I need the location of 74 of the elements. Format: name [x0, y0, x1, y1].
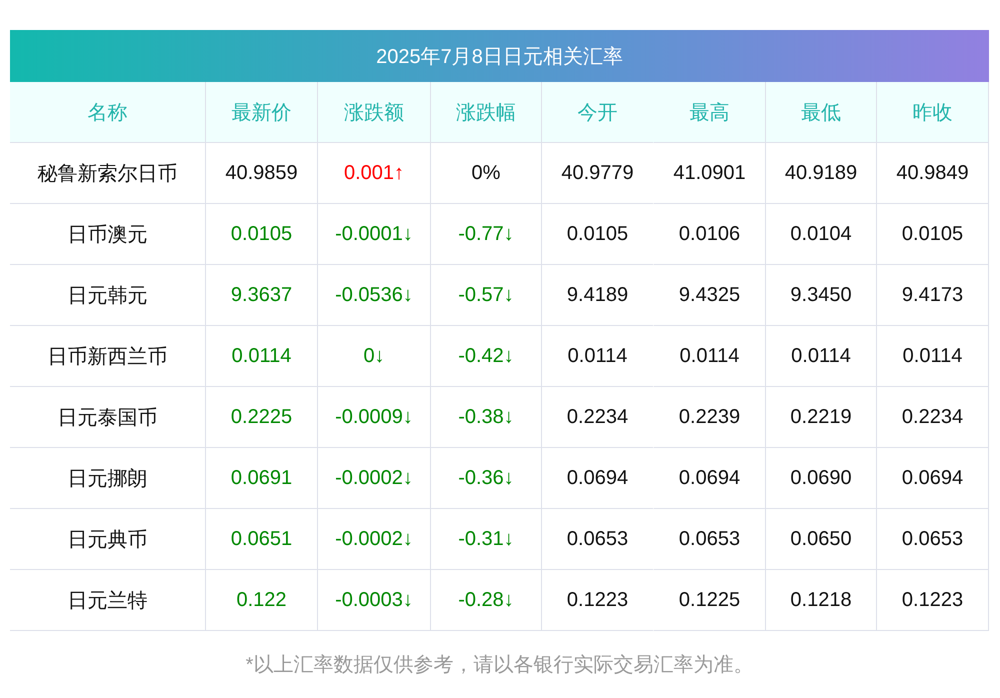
table-cell: 0.1225 — [653, 570, 765, 631]
table-cell: 0.1218 — [765, 570, 876, 631]
table-cell: 9.3637 — [205, 265, 317, 326]
table-cell: -0.0003↓ — [317, 570, 430, 631]
table-cell: 0.2219 — [765, 387, 876, 448]
column-header: 名称 — [10, 82, 205, 143]
table-cell: 日元挪朗 — [10, 448, 205, 509]
table-cell: -0.0001↓ — [317, 204, 430, 265]
table-cell: 日元泰国币 — [10, 387, 205, 448]
table-cell: 0.0694 — [653, 448, 765, 509]
table-cell: 日元韩元 — [10, 265, 205, 326]
table-cell: 日币澳元 — [10, 204, 205, 265]
column-header: 涨跌幅 — [430, 82, 541, 143]
table-cell: 0.0105 — [541, 204, 653, 265]
table-cell: 9.4189 — [541, 265, 653, 326]
table-cell: -0.0536↓ — [317, 265, 430, 326]
table-cell: 0.0691 — [205, 448, 317, 509]
table-cell: 秘鲁新索尔日币 — [10, 143, 205, 204]
table-cell: 0.0105 — [876, 204, 988, 265]
table-cell: -0.77↓ — [430, 204, 541, 265]
table-cell: 0.0114 — [653, 326, 765, 387]
table-cell: 0.0690 — [765, 448, 876, 509]
table-cell: -0.31↓ — [430, 509, 541, 570]
table-cell: 0.2234 — [541, 387, 653, 448]
footnote: *以上汇率数据仅供参考，请以各银行实际交易汇率为准。 — [244, 653, 754, 678]
table-cell: 0.1223 — [541, 570, 653, 631]
table-cell: 9.4173 — [876, 265, 988, 326]
table-cell: 0.0694 — [541, 448, 653, 509]
table-cell: 0% — [430, 143, 541, 204]
table-cell: 日元典币 — [10, 509, 205, 570]
column-header: 最低 — [765, 82, 876, 143]
table-cell: 0.0114 — [765, 326, 876, 387]
table-cell: 41.0901 — [653, 143, 765, 204]
table-cell: -0.0009↓ — [317, 387, 430, 448]
table-cell: 0↓ — [317, 326, 430, 387]
table-cell: 0.0104 — [765, 204, 876, 265]
table-cell: 0.0653 — [653, 509, 765, 570]
table-cell: 0.2225 — [205, 387, 317, 448]
table-cell: 日币新西兰币 — [10, 326, 205, 387]
table-cell: 40.9779 — [541, 143, 653, 204]
table-cell: -0.57↓ — [430, 265, 541, 326]
table-cell: -0.0002↓ — [317, 509, 430, 570]
table-cell: 9.3450 — [765, 265, 876, 326]
table-cell: -0.42↓ — [430, 326, 541, 387]
table-cell: 9.4325 — [653, 265, 765, 326]
table-cell: 0.0106 — [653, 204, 765, 265]
table-cell: 0.122 — [205, 570, 317, 631]
table-cell: -0.36↓ — [430, 448, 541, 509]
table-cell: 0.0114 — [205, 326, 317, 387]
table-cell: 0.0653 — [541, 509, 653, 570]
table-cell: 0.0114 — [876, 326, 988, 387]
column-header: 涨跌额 — [317, 82, 430, 143]
column-header: 今开 — [541, 82, 653, 143]
column-header: 昨收 — [876, 82, 988, 143]
column-header: 最新价 — [205, 82, 317, 143]
table-cell: -0.28↓ — [430, 570, 541, 631]
table-cell: 0.2234 — [876, 387, 988, 448]
table-cell: 0.0653 — [876, 509, 988, 570]
table-cell: -0.38↓ — [430, 387, 541, 448]
table-cell: 0.0650 — [765, 509, 876, 570]
table-cell: 40.9849 — [876, 143, 988, 204]
table-cell: 0.0694 — [876, 448, 988, 509]
table-cell: 40.9859 — [205, 143, 317, 204]
table-title: 2025年7月8日日元相关汇率 — [10, 30, 989, 82]
table-cell: 0.0105 — [205, 204, 317, 265]
table-cell: 0.2239 — [653, 387, 765, 448]
table-cell: 0.0651 — [205, 509, 317, 570]
table-cell: -0.0002↓ — [317, 448, 430, 509]
table-cell: 0.1223 — [876, 570, 988, 631]
table-cell: 40.9189 — [765, 143, 876, 204]
column-header: 最高 — [653, 82, 765, 143]
table-cell: 0.0114 — [541, 326, 653, 387]
table-cell: 日元兰特 — [10, 570, 205, 631]
table-cell: 0.001↑ — [317, 143, 430, 204]
